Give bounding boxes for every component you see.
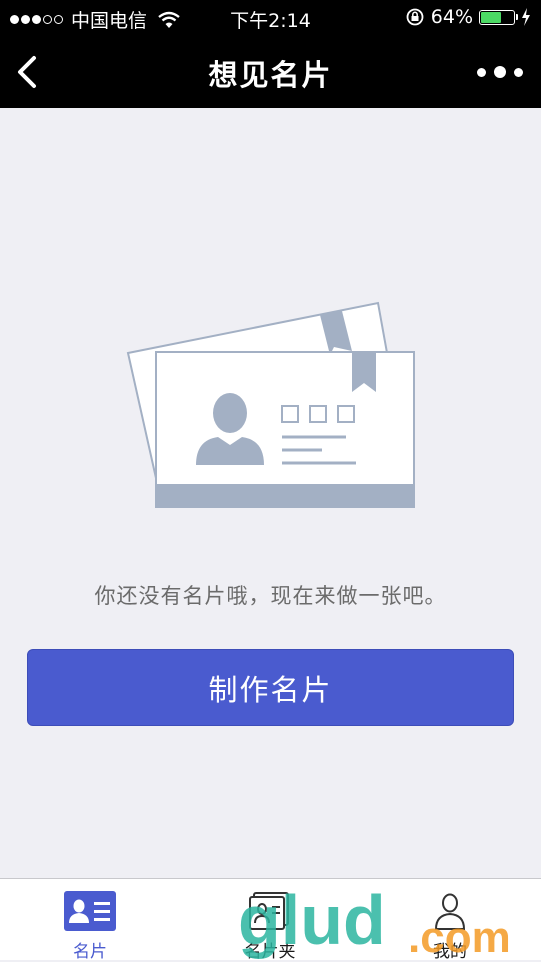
- more-icon-dot: [514, 67, 523, 77]
- status-right: 64%: [405, 6, 531, 28]
- tab-me-label: 我的: [433, 942, 467, 962]
- page-title: 想见名片: [208, 58, 333, 92]
- create-card-button[interactable]: 制作名片: [27, 649, 514, 726]
- card-tab-icon: [64, 891, 116, 931]
- charging-icon: [522, 8, 530, 26]
- empty-state-message: 你还没有名片哦，现在来做一张吧。: [94, 584, 447, 608]
- more-icon-dot: [477, 67, 486, 77]
- person-tab-icon: [434, 893, 466, 930]
- battery-icon: [479, 9, 518, 25]
- card-holder-tab-icon: [249, 892, 289, 930]
- tab-me[interactable]: 我的: [360, 879, 540, 962]
- more-button[interactable]: [477, 58, 523, 86]
- tab-card-label: 名片: [73, 942, 107, 962]
- navigation-bar: 想见名片: [0, 36, 541, 108]
- tab-bar: 名片 名片夹 我的: [0, 878, 541, 962]
- status-bar: 中国电信 下午2:14 64%: [0, 0, 541, 36]
- tab-card-holder[interactable]: 名片夹: [180, 879, 360, 962]
- more-icon-dot: [494, 66, 506, 78]
- business-card-illustration: [126, 301, 415, 508]
- tab-card[interactable]: 名片: [0, 879, 180, 962]
- tab-card-holder-label: 名片夹: [244, 942, 296, 962]
- rotation-lock-icon: [406, 8, 424, 26]
- front-card: [155, 351, 415, 508]
- battery-percent: 64%: [430, 6, 473, 28]
